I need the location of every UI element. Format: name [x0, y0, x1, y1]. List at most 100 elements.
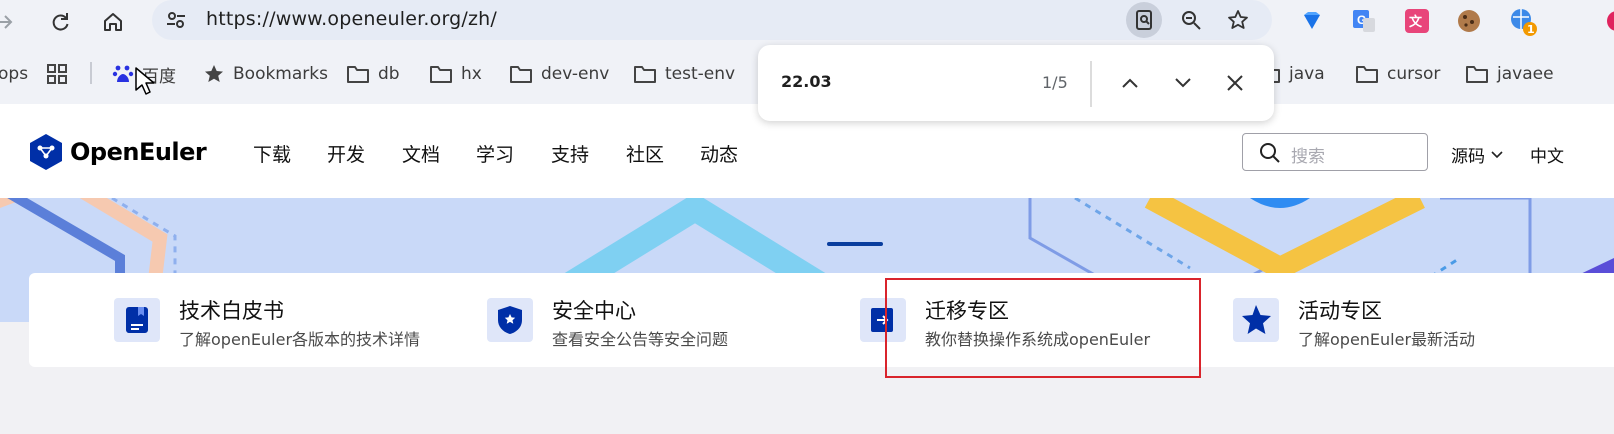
folder-icon — [634, 66, 656, 83]
bookmark-label: java — [1289, 64, 1325, 84]
find-close-button[interactable] — [1217, 65, 1253, 101]
folder-icon — [1356, 66, 1378, 83]
apps-grid-icon — [47, 64, 67, 84]
openeuler-logo[interactable]: OpenEuler — [28, 133, 207, 171]
bookmark-apps-label: ops — [0, 64, 29, 84]
banner-slide-indicator[interactable] — [827, 242, 883, 246]
quick-link-desc: 查看安全公告等安全问题 — [552, 330, 729, 349]
quick-link-title: 活动专区 — [1298, 299, 1382, 323]
svg-text:文: 文 — [1409, 14, 1423, 29]
quick-link-whitepaper[interactable]: 技术白皮书 了解openEuler各版本的技术详情 — [114, 295, 444, 351]
nav-docs[interactable]: 文档 — [402, 140, 440, 167]
extension-badge: 1 — [1527, 23, 1535, 36]
apps-grid-button[interactable] — [46, 62, 68, 86]
star-outline-icon — [1228, 10, 1248, 29]
quick-link-desc: 了解openEuler最新活动 — [1298, 330, 1476, 349]
find-in-page-bar: 22.03 1/5 — [758, 45, 1274, 121]
bookmark-label: cursor — [1387, 64, 1441, 84]
whitepaper-icon — [126, 307, 148, 333]
bookmark-folder-test-env[interactable]: test-env — [633, 62, 735, 86]
star-icon — [205, 65, 223, 82]
nav-develop[interactable]: 开发 — [327, 140, 365, 167]
bookmark-folder-hx[interactable]: hx — [429, 62, 482, 86]
home-icon — [104, 13, 122, 31]
find-previous-button[interactable] — [1112, 65, 1148, 101]
language-switch[interactable]: 中文 — [1530, 142, 1564, 167]
site-info-button[interactable] — [158, 2, 194, 38]
folder-icon — [347, 66, 369, 83]
highlight-annotation-box — [885, 278, 1201, 378]
bookmark-apps[interactable]: ops — [0, 62, 28, 86]
bookmark-folder-db[interactable]: db — [346, 62, 400, 86]
extension-partial[interactable] — [1596, 4, 1614, 38]
quick-link-events[interactable]: 活动专区 了解openEuler最新活动 — [1233, 295, 1563, 351]
logo-text: OpenEuler — [70, 138, 207, 166]
extension-translator[interactable]: 文 — [1400, 4, 1434, 38]
reload-button[interactable] — [42, 4, 78, 40]
events-icon-tile — [1233, 298, 1279, 342]
address-bar[interactable]: https://www.openeuler.org/zh/ — [152, 0, 1272, 40]
security-icon-tile — [487, 298, 533, 342]
bookmark-bookmarks[interactable]: Bookmarks — [203, 62, 328, 86]
shield-icon — [498, 306, 522, 334]
reload-icon — [52, 13, 69, 31]
quick-link-title: 技术白皮书 — [179, 299, 284, 323]
nav-learn[interactable]: 学习 — [476, 140, 514, 167]
folder-icon — [510, 66, 532, 83]
quick-links-card: 技术白皮书 了解openEuler各版本的技术详情 安全中心 查看安全公告等安全… — [29, 273, 1614, 367]
folder-icon — [1466, 66, 1488, 83]
tune-icon — [167, 12, 185, 28]
find-match-count: 1/5 — [1042, 73, 1068, 92]
forward-arrow-icon — [0, 15, 13, 29]
nav-community[interactable]: 社区 — [626, 140, 664, 167]
cookie-icon — [1458, 10, 1480, 32]
nav-support[interactable]: 支持 — [551, 140, 589, 167]
diamond-icon — [1304, 12, 1320, 29]
quick-link-title: 安全中心 — [552, 299, 636, 323]
quick-link-security[interactable]: 安全中心 查看安全公告等安全问题 — [487, 295, 817, 351]
home-button[interactable] — [95, 4, 131, 40]
translator-icon: 文 — [1405, 9, 1429, 33]
chevron-up-icon — [1122, 78, 1138, 88]
nav-news[interactable]: 动态 — [700, 140, 738, 167]
extension-globe[interactable]: 1 — [1506, 4, 1540, 38]
bookmark-label: db — [378, 64, 400, 84]
url-text[interactable]: https://www.openeuler.org/zh/ — [206, 8, 497, 30]
bookmark-folder-dev-env[interactable]: dev-env — [509, 62, 609, 86]
find-next-button[interactable] — [1165, 65, 1201, 101]
chevron-down-icon — [1175, 78, 1191, 88]
browser-toolbar: https://www.openeuler.org/zh/ G 文 1 — [0, 0, 1614, 44]
openeuler-logo-icon — [30, 134, 62, 170]
bookmark-label: test-env — [665, 64, 736, 84]
source-label: 源码 — [1451, 147, 1485, 167]
site-search-input[interactable]: 搜索 — [1242, 133, 1428, 171]
bookmark-label: Bookmarks — [233, 64, 328, 84]
extension-diamond[interactable] — [1295, 4, 1329, 38]
extension-google-translate[interactable]: G — [1347, 4, 1381, 38]
chevron-down-icon — [1491, 150, 1503, 158]
find-divider — [1090, 61, 1092, 107]
find-input[interactable]: 22.03 — [781, 72, 832, 91]
forward-button[interactable] — [0, 4, 22, 40]
bookmark-folder-javaee[interactable]: javaee — [1465, 62, 1554, 86]
bookmark-folder-java[interactable]: java — [1267, 62, 1325, 86]
bookmark-folder-cursor[interactable]: cursor — [1355, 62, 1440, 86]
bookmarks-separator — [90, 62, 92, 84]
search-icon — [1260, 143, 1280, 163]
nav-download[interactable]: 下载 — [253, 140, 291, 167]
find-in-page-button[interactable] — [1126, 2, 1162, 38]
search-placeholder: 搜索 — [1291, 147, 1325, 167]
quick-link-desc: 了解openEuler各版本的技术详情 — [179, 330, 421, 349]
find-in-page-icon — [1136, 10, 1152, 30]
source-dropdown[interactable]: 源码 — [1451, 142, 1503, 167]
bookmark-star-button[interactable] — [1220, 2, 1256, 38]
extension-cookie[interactable] — [1452, 4, 1486, 38]
bookmark-label: javaee — [1497, 64, 1554, 84]
zoom-button[interactable] — [1173, 2, 1209, 38]
translate-icon: G — [1353, 10, 1375, 32]
partial-extension-icon — [1607, 11, 1614, 31]
bookmark-label: dev-env — [541, 64, 610, 84]
star-badge-icon — [1242, 305, 1271, 334]
zoom-icon — [1182, 11, 1201, 30]
baidu-icon — [112, 65, 134, 82]
